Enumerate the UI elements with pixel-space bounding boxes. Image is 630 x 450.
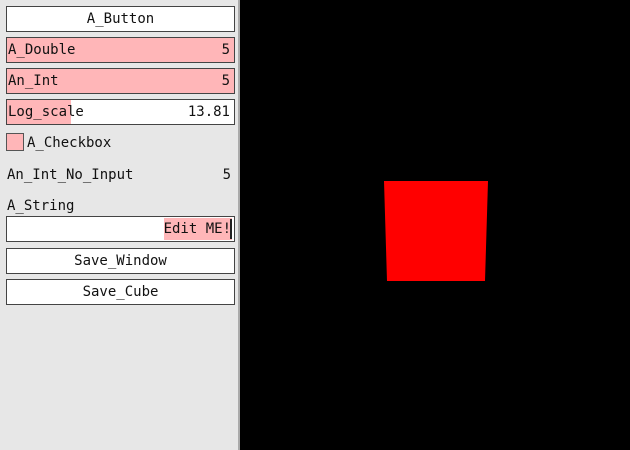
- cube-face: [384, 181, 488, 281]
- a-string-label: A_String: [7, 198, 75, 214]
- an-int-slider[interactable]: An_Int 5: [6, 68, 235, 94]
- a-checkbox-row[interactable]: A_Checkbox: [6, 133, 235, 153]
- a-string-value: Edit ME!: [163, 218, 232, 240]
- save-window-button[interactable]: Save_Window: [6, 248, 235, 274]
- an-int-label: An_Int: [8, 73, 59, 89]
- a-double-slider[interactable]: A_Double 5: [6, 37, 235, 63]
- text-caret: [230, 219, 232, 239]
- 3d-viewport[interactable]: [242, 0, 630, 450]
- a-checkbox-label: A_Checkbox: [27, 135, 112, 151]
- an-int-no-input-label: An_Int_No_Input: [7, 167, 134, 183]
- a-checkbox[interactable]: [6, 133, 24, 151]
- a-double-value: 5: [221, 42, 230, 58]
- an-int-no-input: An_Int_No_Input 5: [6, 162, 235, 188]
- a-double-label: A_Double: [8, 42, 76, 58]
- log-scale-label: Log_scale: [8, 104, 84, 120]
- an-int-no-input-value: 5: [222, 167, 231, 183]
- log-scale-value: 13.81: [187, 104, 230, 120]
- a-button[interactable]: A_Button: [6, 6, 235, 32]
- app-window: A_Button A_Double 5 An_Int 5 Log_scale 1…: [0, 0, 630, 450]
- an-int-value: 5: [221, 73, 230, 89]
- red-cube[interactable]: [384, 181, 490, 282]
- a-string-input[interactable]: Edit ME!: [6, 216, 235, 242]
- log-scale-slider[interactable]: Log_scale 13.81: [6, 99, 235, 125]
- save-cube-button[interactable]: Save_Cube: [6, 279, 235, 305]
- control-panel: A_Button A_Double 5 An_Int 5 Log_scale 1…: [0, 0, 240, 450]
